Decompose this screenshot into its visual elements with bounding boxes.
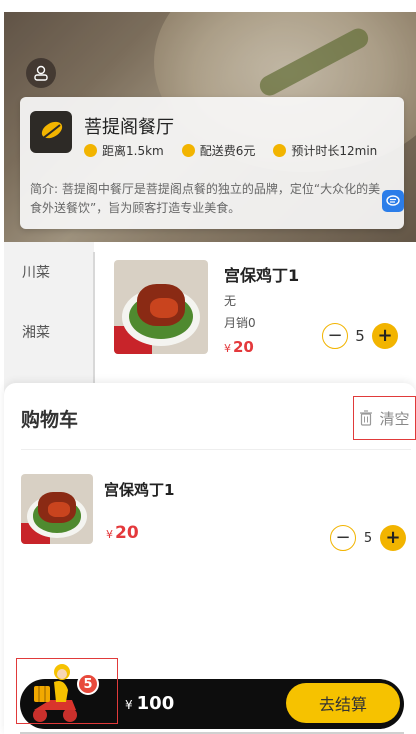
chat-button[interactable] (382, 190, 404, 212)
distance-text: 距离1.5km (102, 144, 164, 158)
cart-divider (21, 449, 411, 450)
menu-item-card[interactable]: 宫保鸡丁1 无 月销0 ¥20 − 5 + (114, 260, 414, 360)
cart-item-price: ¥20 (106, 523, 139, 543)
cart-title: 购物车 (21, 409, 79, 431)
decrease-button[interactable]: − (330, 525, 356, 551)
price-value: 20 (115, 523, 139, 543)
shop-meta: 距离1.5km 配送费6元 预计时长12min (84, 142, 377, 159)
food-price: ¥20 (224, 338, 254, 356)
currency-symbol: ¥ (106, 528, 113, 541)
clear-cart-button[interactable]: 清空 (353, 396, 416, 440)
user-icon (34, 65, 48, 81)
quantity-value: 5 (363, 530, 373, 546)
shop-name: 菩提阁餐厅 (84, 117, 174, 138)
courier-icon[interactable] (20, 660, 86, 724)
food-sales: 月销0 (224, 316, 256, 330)
trash-icon (360, 410, 373, 426)
chat-icon (386, 195, 400, 206)
checkout-button[interactable]: 去结算 (286, 683, 400, 723)
category-scrollbar[interactable] (93, 252, 95, 392)
category-item[interactable]: 川菜 (4, 242, 94, 302)
cart-total: ¥100 (125, 693, 174, 714)
decrease-button[interactable]: − (322, 323, 348, 349)
increase-button[interactable]: + (380, 525, 406, 551)
status-bar (0, 0, 416, 12)
total-value: 100 (136, 693, 175, 714)
clear-cart-label: 清空 (379, 409, 410, 428)
category-list: 川菜 湘菜 粤菜 (4, 242, 94, 402)
user-button[interactable] (26, 58, 56, 88)
time-icon (273, 144, 287, 157)
price-value: 20 (233, 338, 254, 356)
category-item[interactable]: 湘菜 (4, 302, 94, 362)
shop-logo-icon (30, 111, 72, 153)
shop-info-card: 菩提阁餐厅 距离1.5km 配送费6元 预计时长12min 简介: 菩提阁中餐厅… (20, 97, 404, 229)
delivery-fee-info: 配送费6元 (181, 142, 256, 159)
food-desc: 无 (224, 294, 237, 308)
eta-text: 预计时长12min (291, 144, 378, 158)
eta-info: 预计时长12min (273, 142, 377, 159)
increase-button[interactable]: + (372, 323, 398, 349)
distance-icon (84, 144, 97, 157)
menu-area: 川菜 湘菜 粤菜 宫保鸡丁1 无 月销0 ¥20 − 5 + (4, 242, 416, 402)
cart-item-name: 宫保鸡丁1 (104, 481, 175, 499)
food-image (114, 260, 208, 354)
cart-count-badge: 5 (77, 673, 99, 695)
currency-symbol: ¥ (224, 342, 231, 355)
distance-info: 距离1.5km (84, 142, 164, 159)
quantity-value: 5 (355, 327, 365, 345)
delivery-fee-icon (181, 144, 195, 157)
cart-quantity-stepper: − 5 + (330, 525, 406, 551)
currency-symbol: ¥ (125, 698, 133, 712)
delivery-fee-text: 配送费6元 (199, 144, 256, 158)
cart-item-image (21, 474, 93, 544)
quantity-stepper: − 5 + (322, 323, 398, 349)
shop-intro: 简介: 菩提阁中餐厅是菩提阁点餐的独立的品牌，定位“大众化的美食外送餐饮”，旨为… (30, 182, 381, 215)
food-name: 宫保鸡丁1 (224, 266, 300, 285)
